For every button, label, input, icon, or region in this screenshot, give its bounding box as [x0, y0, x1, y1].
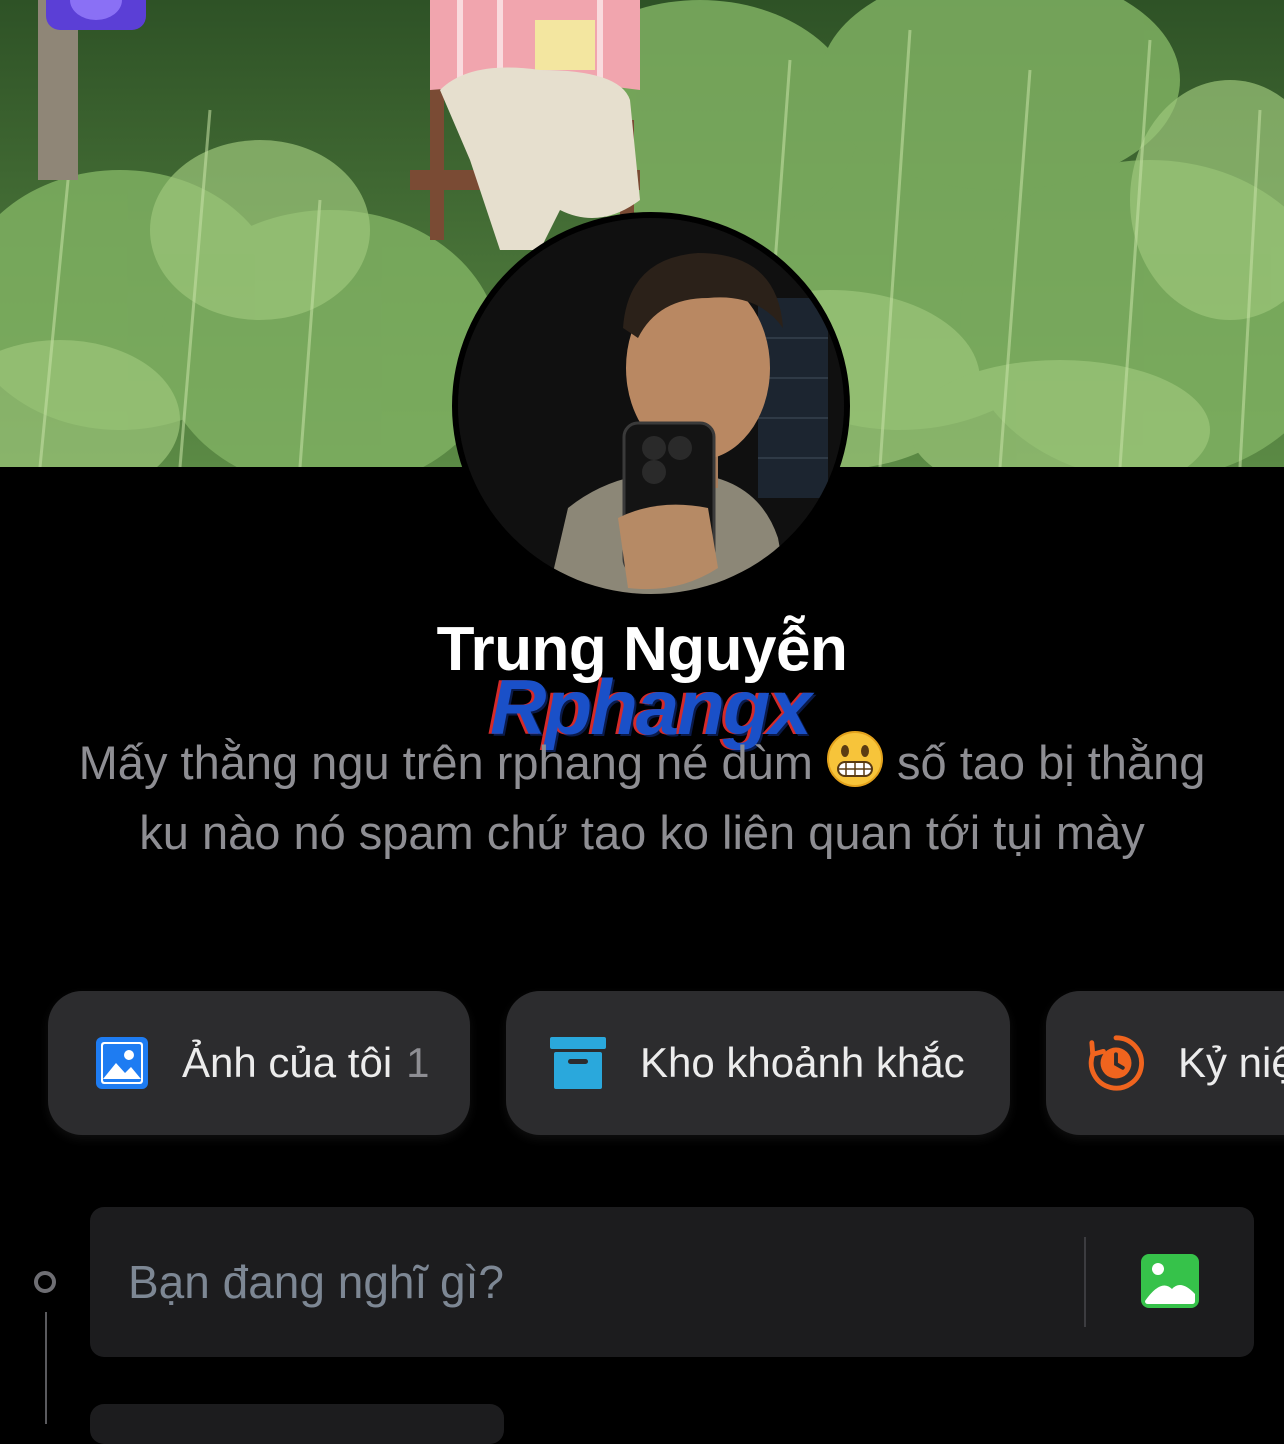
archive-box-icon — [548, 1033, 608, 1093]
my-photos-button[interactable]: Ảnh của tôi 1 — [48, 991, 470, 1135]
memories-button[interactable]: Kỷ niệ — [1046, 991, 1284, 1135]
clock-history-icon — [1086, 1033, 1146, 1093]
image-icon — [92, 1033, 152, 1093]
app-icon[interactable] — [46, 0, 146, 30]
memories-label: Kỷ niệ — [1178, 1039, 1284, 1086]
composer-input[interactable]: Bạn đang nghĩ gì? — [128, 1207, 504, 1357]
profile-actions: Ảnh của tôi 1 Kho khoảnh khắc Kỷ niệ — [0, 991, 1284, 1139]
profile-avatar[interactable] — [452, 212, 850, 600]
moments-archive-button[interactable]: Kho khoảnh khắc — [506, 991, 1010, 1135]
profile-name: Trung Nguyễn — [436, 615, 848, 684]
composer-divider — [1084, 1237, 1086, 1327]
my-photos-count: 1 — [406, 1039, 430, 1086]
profile-bio: Mấy thằng ngu trên rphang né dùm số tao … — [70, 728, 1214, 868]
grimacing-face-icon — [826, 730, 884, 788]
post-composer[interactable]: Bạn đang nghĩ gì? — [90, 1207, 1254, 1357]
moments-archive-label: Kho khoảnh khắc — [640, 1039, 965, 1086]
post-card[interactable] — [90, 1404, 504, 1444]
bio-text-start: Mấy thằng ngu trên rphang né dùm — [78, 736, 826, 789]
timeline-dot — [34, 1271, 56, 1293]
photo-icon[interactable] — [1141, 1254, 1199, 1308]
timeline-line — [45, 1312, 47, 1424]
my-photos-label: Ảnh của tôi — [182, 1039, 393, 1086]
